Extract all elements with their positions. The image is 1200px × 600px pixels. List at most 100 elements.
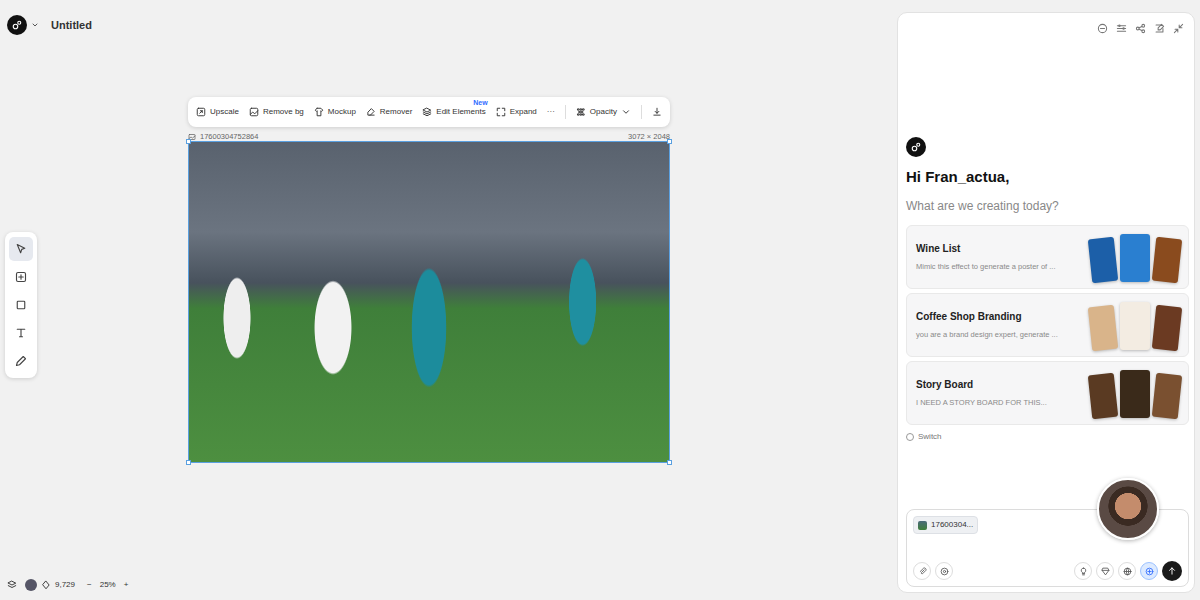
canvas[interactable]: Untitled Upscale Remove bg Mockup Remover Edi…: [0, 0, 897, 600]
model-icon: [1101, 567, 1110, 576]
card-title: Wine List: [916, 241, 1082, 256]
header: Untitled: [7, 15, 92, 35]
download-icon: [652, 107, 662, 117]
thumbnail: [1088, 372, 1118, 418]
attachment-chip[interactable]: 17600304...: [913, 516, 978, 534]
button-label: Expand: [510, 106, 537, 118]
card-description: I NEED A STORY BOARD FOR THIS...: [916, 397, 1082, 408]
resize-handle[interactable]: [667, 460, 672, 465]
credits: 9,729: [25, 579, 75, 591]
share-button[interactable]: [1135, 23, 1146, 49]
new-chat-button[interactable]: [1154, 23, 1165, 49]
pen-icon: [15, 355, 27, 367]
card-description: Mimic this effect to generate a poster o…: [916, 261, 1082, 272]
focus-icon: [1145, 567, 1154, 576]
attach-icon: [918, 567, 927, 576]
greeting: Hi Fran_actua,: [906, 166, 1189, 189]
settings-button[interactable]: [1116, 23, 1127, 49]
button-label: Remover: [380, 106, 412, 118]
zoom-out-button[interactable]: −: [87, 579, 92, 591]
add-frame-tool[interactable]: [9, 265, 33, 289]
thumbnail: [1088, 236, 1118, 282]
opacity-button[interactable]: Opacity: [576, 106, 631, 118]
thumbnail: [1088, 304, 1118, 350]
thumbnail: [1120, 234, 1150, 282]
zoom-level[interactable]: 25%: [100, 579, 116, 591]
more-button[interactable]: ···: [547, 106, 555, 118]
send-button[interactable]: [1162, 561, 1182, 581]
arrow-up-icon: [1167, 566, 1177, 576]
document-title[interactable]: Untitled: [51, 17, 92, 34]
expand-button[interactable]: Expand: [496, 106, 537, 118]
pen-tool[interactable]: [9, 349, 33, 373]
status-bar: 9,729−25% +: [7, 579, 128, 591]
mockup-button[interactable]: Mockup: [314, 106, 356, 118]
opacity-label: Opacity: [590, 106, 617, 118]
text-tool[interactable]: [9, 321, 33, 345]
zoom-in-button[interactable]: +: [124, 579, 129, 591]
upscale-button[interactable]: Upscale: [196, 106, 239, 118]
credit-count: 9,729: [55, 579, 75, 591]
model-toggle[interactable]: [1096, 562, 1114, 580]
resize-handle[interactable]: [667, 139, 672, 144]
input-tools: [913, 562, 953, 580]
card-thumbnails: [1090, 370, 1182, 416]
image-thumbnail-icon: [918, 521, 927, 530]
input-actions: [913, 561, 1182, 581]
add-frame-icon: [15, 271, 27, 283]
switch-label: Switch: [918, 431, 942, 443]
collapse-button[interactable]: [1173, 23, 1184, 49]
card-thumbnails: [1090, 302, 1182, 348]
attach-button[interactable]: [913, 562, 931, 580]
upscale-icon: [196, 107, 206, 117]
resize-handle[interactable]: [186, 460, 191, 465]
remover-button[interactable]: Remover: [366, 106, 412, 118]
input-options: [1074, 561, 1182, 581]
style-button[interactable]: [935, 562, 953, 580]
web-search-icon: [1123, 567, 1132, 576]
settings-icon: [1116, 23, 1127, 49]
suggestion-card[interactable]: Coffee Shop Brandingyou are a brand desi…: [906, 293, 1189, 357]
remover-icon: [366, 107, 376, 117]
rectangle-icon: [15, 299, 27, 311]
web-search-toggle[interactable]: [1118, 562, 1136, 580]
idea-toggle[interactable]: [1074, 562, 1092, 580]
suggestion-card[interactable]: Wine List Mimic this effect to generate a…: [906, 225, 1189, 289]
resize-handle[interactable]: [186, 139, 191, 144]
chevron-icon: [31, 21, 39, 29]
download-button[interactable]: [652, 107, 662, 117]
thumbnail: [1152, 372, 1182, 418]
idea-icon: [1079, 567, 1088, 576]
rectangle-tool[interactable]: [9, 293, 33, 317]
expand-icon: [496, 107, 506, 117]
edit-elements-button[interactable]: Edit ElementsNew: [422, 106, 485, 118]
card-title: Story Board: [916, 377, 1082, 392]
focus-toggle[interactable]: [1140, 562, 1158, 580]
suggestion-list: Wine List Mimic this effect to generate a…: [906, 225, 1189, 425]
remove-bg-button[interactable]: Remove bg: [249, 106, 304, 118]
edit-elements-icon: [422, 107, 432, 117]
button-label: Upscale: [210, 106, 239, 118]
logo-icon[interactable]: [7, 15, 27, 35]
thumbnail: [1120, 302, 1150, 350]
remove-bg-icon: [249, 107, 259, 117]
selected-photo[interactable]: [188, 141, 670, 463]
chat-button[interactable]: [1097, 23, 1108, 49]
separator: [641, 105, 642, 119]
new-badge: New: [473, 98, 487, 109]
collapse-icon: [1173, 23, 1184, 49]
thumbnail: [1152, 304, 1182, 350]
share-icon: [1135, 23, 1146, 49]
mockup-icon: [314, 107, 324, 117]
thumbnail: [1120, 370, 1150, 418]
suggestion-card[interactable]: Story Board I NEED A STORY BOARD FOR THIS…: [906, 361, 1189, 425]
style-icon: [940, 567, 949, 576]
select-tool[interactable]: [9, 237, 33, 261]
card-thumbnails: [1090, 234, 1182, 280]
switch-button[interactable]: Switch: [906, 431, 1189, 443]
avatar[interactable]: [25, 579, 37, 591]
card-title: Coffee Shop Branding: [916, 309, 1082, 324]
opacity-icon: [576, 107, 586, 117]
chevron-icon: [621, 107, 631, 117]
text-icon: [15, 327, 27, 339]
